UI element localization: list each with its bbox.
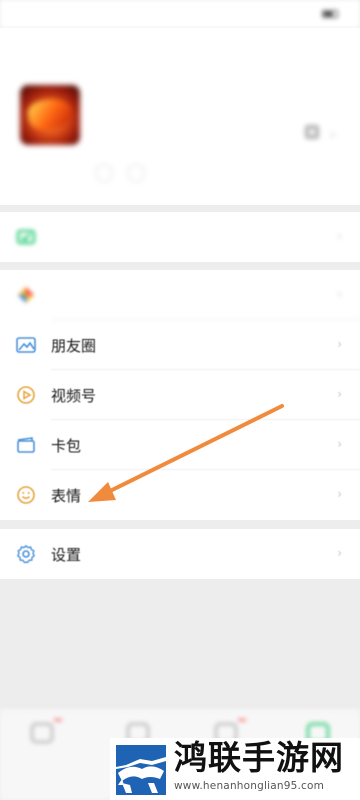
smiley-icon — [15, 484, 37, 506]
gear-icon — [15, 543, 37, 565]
chat-icon — [31, 723, 53, 743]
status-chip[interactable] — [95, 164, 113, 182]
settings-group: 设置 › — [0, 529, 360, 579]
watermark-url: www.henanhonglian95.com — [174, 780, 325, 792]
chevron-right-icon: › — [337, 387, 342, 401]
menu-item-cards[interactable]: 卡包 › — [0, 420, 360, 470]
chevron-right-icon: › — [330, 128, 336, 143]
menu-label: 设置 — [51, 545, 82, 564]
watermark-title: 鸿联手游网 — [174, 738, 344, 777]
menu-label: 卡包 — [51, 436, 82, 455]
services-group: › — [0, 212, 360, 262]
site-watermark: 鸿联手游网 www.henanhonglian95.com — [110, 738, 360, 800]
qr-code-icon[interactable] — [306, 126, 318, 138]
friends-status-chip[interactable] — [127, 164, 145, 182]
menu-item-moments[interactable]: 朋友圈 › — [0, 320, 360, 370]
profile-card[interactable]: › — [0, 28, 360, 205]
unread-badge — [54, 719, 62, 721]
status-right — [316, 10, 338, 18]
chevron-right-icon: › — [337, 229, 342, 243]
chevron-right-icon: › — [337, 287, 342, 301]
main-menu-group: › 朋友圈 › 视频号 › 卡包 › 表情 › — [0, 270, 360, 520]
chevron-right-icon: › — [337, 437, 342, 451]
menu-label: 朋友圈 — [51, 336, 97, 355]
status-chips — [95, 164, 145, 182]
avatar[interactable] — [20, 85, 80, 145]
tab-chats[interactable] — [22, 719, 62, 763]
menu-item-stickers[interactable]: 表情 › — [0, 470, 360, 520]
favorites-icon — [15, 284, 37, 306]
chevron-right-icon: › — [337, 546, 342, 560]
wallet-card-icon — [15, 434, 37, 456]
menu-item-services[interactable]: › — [0, 212, 360, 262]
services-icon — [15, 226, 37, 248]
notification-dot — [238, 719, 246, 721]
moments-icon — [15, 334, 37, 356]
status-bar — [0, 0, 360, 28]
chevron-right-icon: › — [337, 337, 342, 351]
menu-item-settings[interactable]: 设置 › — [0, 529, 360, 579]
menu-item-channels[interactable]: 视频号 › — [0, 370, 360, 420]
menu-label: 表情 — [51, 486, 82, 505]
chevron-right-icon: › — [337, 487, 342, 501]
watermark-logo — [112, 739, 170, 799]
battery-icon — [322, 10, 338, 18]
channels-play-icon — [15, 384, 37, 406]
menu-item-favorites[interactable]: › — [0, 270, 360, 320]
menu-label: 视频号 — [51, 386, 97, 405]
